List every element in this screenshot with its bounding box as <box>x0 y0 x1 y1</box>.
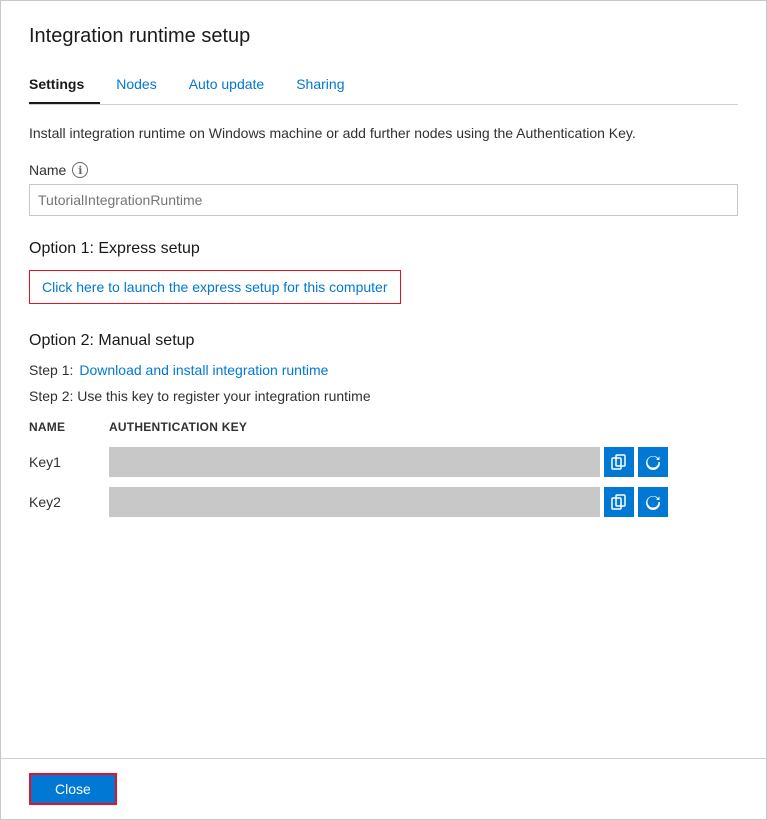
refresh-icon <box>645 494 661 510</box>
col-header-name: NAME <box>29 414 109 442</box>
express-setup-link[interactable]: Click here to launch the express setup f… <box>42 279 388 295</box>
tab-nodes[interactable]: Nodes <box>116 68 172 104</box>
key2-input-container <box>109 487 668 517</box>
key1-name: Key1 <box>29 442 109 482</box>
option1-title: Option 1: Express setup <box>29 240 738 258</box>
option2-title: Option 2: Manual setup <box>29 332 738 350</box>
refresh-icon <box>645 454 661 470</box>
dialog-content: Integration runtime setup Settings Nodes… <box>1 1 766 758</box>
tab-settings[interactable]: Settings <box>29 68 100 104</box>
name-label: Name <box>29 162 66 178</box>
tab-bar: Settings Nodes Auto update Sharing <box>29 68 738 105</box>
step2-text: Step 2: Use this key to register your in… <box>29 388 371 404</box>
key2-refresh-button[interactable] <box>638 487 668 517</box>
integration-runtime-dialog: Integration runtime setup Settings Nodes… <box>0 0 767 820</box>
dialog-title: Integration runtime setup <box>29 25 738 48</box>
tab-auto-update[interactable]: Auto update <box>189 68 281 104</box>
copy-icon <box>611 454 627 470</box>
key1-cell <box>109 442 668 482</box>
settings-description: Install integration runtime on Windows m… <box>29 123 738 144</box>
table-row: Key1 <box>29 442 738 482</box>
key2-cell <box>109 482 668 522</box>
tab-sharing[interactable]: Sharing <box>296 68 360 104</box>
copy-icon <box>611 494 627 510</box>
keys-table: NAME AUTHENTICATION KEY Key1 <box>29 414 738 522</box>
name-input[interactable] <box>29 184 738 216</box>
key1-input-container <box>109 447 668 477</box>
key2-name: Key2 <box>29 482 109 522</box>
step1-row: Step 1: Download and install integration… <box>29 362 738 378</box>
col-header-auth-key: AUTHENTICATION KEY <box>109 414 668 442</box>
dialog-footer: Close <box>1 758 766 819</box>
step1-label: Step 1: <box>29 362 73 378</box>
key2-copy-button[interactable] <box>604 487 634 517</box>
close-button[interactable]: Close <box>29 773 117 805</box>
key1-input[interactable] <box>109 447 600 477</box>
table-row: Key2 <box>29 482 738 522</box>
step1-link[interactable]: Download and install integration runtime <box>79 362 328 378</box>
name-info-icon[interactable]: ℹ <box>72 162 88 178</box>
step2-row: Step 2: Use this key to register your in… <box>29 388 738 404</box>
key2-input[interactable] <box>109 487 600 517</box>
key1-copy-button[interactable] <box>604 447 634 477</box>
key1-refresh-button[interactable] <box>638 447 668 477</box>
name-field-label: Name ℹ <box>29 162 738 178</box>
express-link-box: Click here to launch the express setup f… <box>29 270 401 304</box>
